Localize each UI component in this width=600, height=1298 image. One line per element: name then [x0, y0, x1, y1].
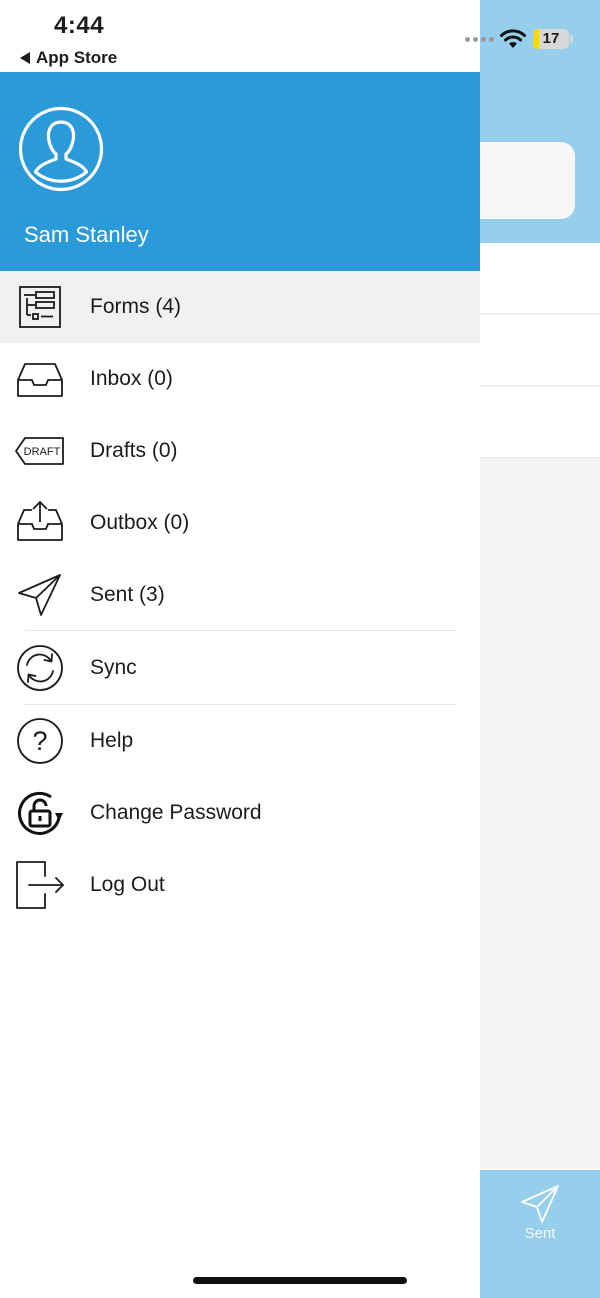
svg-text:DRAFT: DRAFT [24, 446, 61, 458]
user-name: Sam Stanley [24, 222, 149, 247]
battery-cap [570, 35, 573, 43]
svg-text:?: ? [32, 726, 47, 756]
menu-item-inbox[interactable]: Inbox (0) [0, 343, 480, 415]
paper-plane-icon [18, 574, 61, 616]
menu-label: Drafts (0) [90, 439, 178, 462]
menu-label: Sync [90, 656, 137, 679]
paper-plane-icon [521, 1185, 559, 1223]
menu-item-log-out[interactable]: Log Out [0, 849, 480, 921]
battery-indicator: 17 [533, 29, 569, 49]
draft-tag-icon: DRAFT [15, 437, 64, 465]
menu-label: Sent (3) [90, 583, 165, 606]
side-drawer: Sam Stanley Forms (4) Inbox (0) DRAFT Dr… [0, 72, 480, 1298]
menu-label: Forms (4) [90, 295, 181, 318]
background-list-row[interactable] [480, 387, 600, 459]
outbox-icon [17, 501, 63, 541]
menu-label: Log Out [90, 873, 165, 896]
background-tab-label: Sent [524, 1225, 556, 1242]
menu-label: Outbox (0) [90, 511, 190, 534]
drawer-menu: Forms (4) Inbox (0) DRAFT Drafts (0) Out… [0, 271, 480, 921]
logout-icon [16, 861, 64, 909]
menu-item-forms[interactable]: Forms (4) [0, 271, 480, 343]
question-icon: ? [17, 718, 63, 764]
status-time: 4:44 [54, 12, 105, 39]
user-avatar-icon[interactable] [18, 106, 104, 192]
back-triangle-icon [20, 52, 30, 64]
status-indicators: 17 [465, 28, 600, 50]
background-tab-sent[interactable]: Sent [480, 1170, 600, 1298]
back-app-label: App Store [36, 48, 118, 67]
wifi-icon [500, 29, 526, 48]
back-to-app-store[interactable]: App Store [20, 48, 117, 68]
menu-item-drafts[interactable]: DRAFT Drafts (0) [0, 415, 480, 487]
background-search-field[interactable] [480, 142, 575, 219]
lock-refresh-icon [18, 791, 63, 835]
menu-item-change-password[interactable]: Change Password [0, 777, 480, 849]
background-app: Sent [480, 0, 600, 1298]
menu-item-sent[interactable]: Sent (3) [0, 559, 480, 631]
menu-label: Inbox (0) [90, 367, 173, 390]
background-list-row[interactable] [480, 315, 600, 387]
menu-item-help[interactable]: ? Help [0, 705, 480, 777]
sync-icon [17, 645, 63, 691]
background-list-row[interactable] [480, 243, 600, 315]
forms-icon [19, 286, 61, 328]
profile-header: Sam Stanley [0, 72, 480, 271]
menu-label: Change Password [90, 801, 262, 824]
menu-item-outbox[interactable]: Outbox (0) [0, 487, 480, 559]
menu-label: Help [90, 729, 134, 752]
signal-dots-icon [465, 37, 494, 42]
home-indicator[interactable] [193, 1277, 407, 1284]
menu-item-sync[interactable]: Sync [0, 631, 480, 705]
status-bar: 4:44 App Store [0, 0, 480, 72]
battery-level: 17 [542, 30, 560, 47]
inbox-icon [17, 363, 63, 397]
